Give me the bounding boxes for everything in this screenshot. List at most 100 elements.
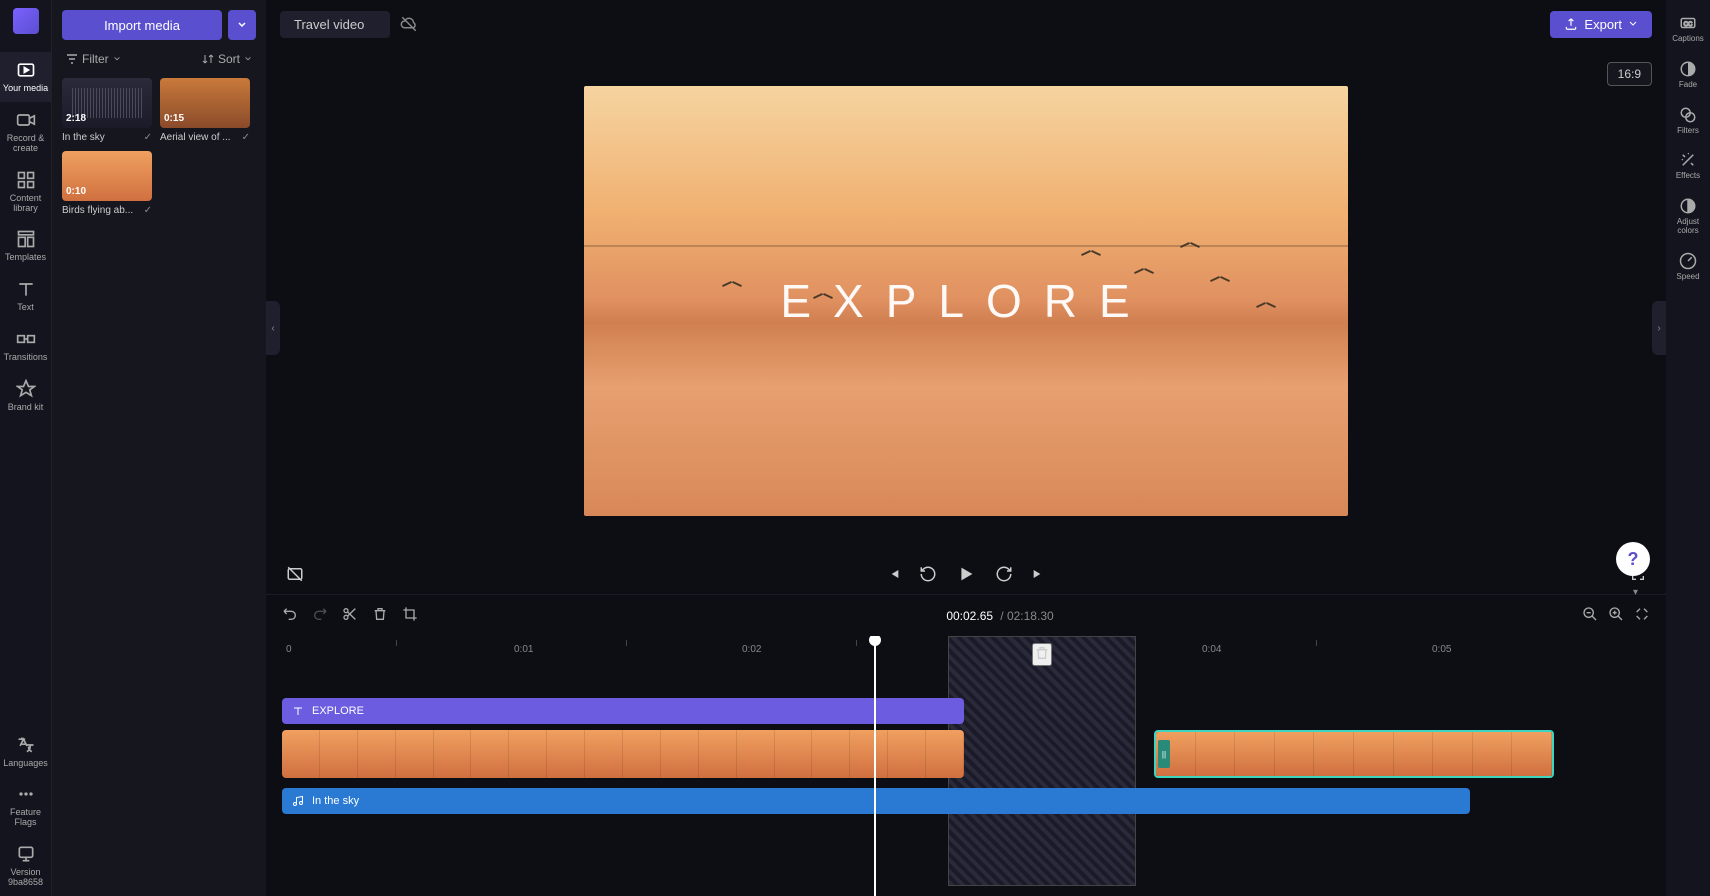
undo-button[interactable]	[282, 606, 298, 625]
preview-overlay-text: EXPLORE	[780, 274, 1151, 328]
project-title-input[interactable]	[280, 11, 390, 38]
sort-icon	[202, 53, 214, 65]
media-item[interactable]: 2:18 In the sky✓	[62, 78, 152, 143]
media-item[interactable]: 0:10 Birds flying ab... ✓	[62, 151, 152, 216]
sidebar-item-languages[interactable]: Languages	[0, 727, 51, 777]
help-button[interactable]: ?	[1616, 542, 1650, 576]
play-button[interactable]	[955, 563, 977, 585]
templates-icon	[16, 229, 36, 249]
import-media-button[interactable]: Import media	[62, 10, 222, 40]
version-icon	[16, 844, 36, 864]
total-time: 02:18.30	[1007, 609, 1054, 623]
captions-button[interactable]: CC Captions	[1666, 8, 1710, 50]
player-controls	[266, 554, 1666, 594]
delete-button[interactable]	[372, 606, 388, 625]
rewind-button[interactable]	[919, 565, 937, 583]
sr-label: Fade	[1679, 81, 1697, 90]
timeline[interactable]: 0 0:01 0:02 0:03 0:04 0:05 Delete this g…	[266, 636, 1666, 896]
sidebar-item-your-media[interactable]: Your media	[0, 52, 51, 102]
filters-icon	[1679, 106, 1697, 124]
chevron-down-icon	[1628, 19, 1638, 29]
text-icon	[292, 705, 304, 717]
zoom-fit-button[interactable]	[1634, 606, 1650, 625]
preview-frame[interactable]: EXPLORE	[584, 86, 1348, 516]
safe-zone-toggle[interactable]	[286, 565, 304, 583]
sidebar-label: Version 9ba8658	[2, 868, 49, 888]
effects-icon	[1679, 151, 1697, 169]
sidebar-item-text[interactable]: Text	[0, 271, 51, 321]
sidebar-label: Transitions	[4, 353, 48, 363]
media-item[interactable]: 0:15 Aerial view of ... ✓	[160, 78, 250, 143]
text-clip[interactable]: EXPLORE	[282, 698, 964, 724]
sidebar-item-templates[interactable]: Templates	[0, 221, 51, 271]
crop-button[interactable]	[402, 606, 418, 625]
video-track: ||	[282, 730, 1666, 782]
sidebar-left: Your media Record & create Content libra…	[0, 0, 52, 896]
filter-button[interactable]: Filter	[66, 52, 121, 66]
current-time: 00:02.65	[946, 609, 993, 623]
languages-icon	[16, 735, 36, 755]
forward-button[interactable]	[995, 565, 1013, 583]
import-dropdown[interactable]	[228, 10, 256, 40]
transitions-icon	[16, 329, 36, 349]
svg-text:CC: CC	[1684, 22, 1693, 28]
chevron-down-icon	[237, 20, 247, 30]
help-collapse-icon[interactable]: ▾	[1633, 587, 1638, 598]
media-name: Aerial view of ...	[160, 132, 231, 143]
sidebar-item-record[interactable]: Record & create	[0, 102, 51, 162]
media-panel: Import media Filter Sort 2:18 In the sky…	[52, 0, 266, 896]
filters-button[interactable]: Filters	[1666, 100, 1710, 142]
export-button[interactable]: Export	[1550, 11, 1652, 38]
check-icon: ✓	[144, 132, 152, 143]
skip-back-button[interactable]	[885, 566, 901, 582]
video-clip-1[interactable]	[282, 730, 964, 778]
sidebar-item-transitions[interactable]: Transitions	[0, 321, 51, 371]
media-icon	[16, 60, 36, 80]
ruler-tick: 0:04	[1202, 644, 1221, 655]
library-icon	[16, 170, 36, 190]
sidebar-label: Languages	[3, 759, 48, 769]
filter-icon	[66, 53, 78, 65]
sidebar-item-version[interactable]: Version 9ba8658	[0, 836, 51, 896]
main-area: Export ‹ 16:9 EXPLORE ›	[266, 0, 1666, 896]
sidebar-label: Brand kit	[8, 403, 44, 413]
record-icon	[16, 110, 36, 130]
transition-handle[interactable]: ||	[1158, 740, 1170, 768]
media-thumbnail: 0:15	[160, 78, 250, 128]
collapse-right-button[interactable]: ›	[1652, 301, 1666, 355]
delete-gap-button[interactable]	[1032, 643, 1052, 666]
fade-button[interactable]: Fade	[1666, 54, 1710, 96]
aspect-ratio-badge[interactable]: 16:9	[1607, 62, 1652, 86]
duration-label: 0:10	[66, 186, 86, 197]
sidebar-item-library[interactable]: Content library	[0, 162, 51, 222]
split-button[interactable]	[342, 606, 358, 625]
speed-button[interactable]: Speed	[1666, 246, 1710, 288]
playhead[interactable]	[874, 636, 876, 896]
zoom-in-button[interactable]	[1608, 606, 1624, 625]
redo-button[interactable]	[312, 606, 328, 625]
skip-forward-button[interactable]	[1031, 566, 1047, 582]
cloud-off-icon	[400, 15, 418, 33]
sidebar-label: Text	[17, 303, 34, 313]
audio-clip[interactable]: In the sky	[282, 788, 1470, 814]
sr-label: Adjust colors	[1668, 218, 1708, 236]
sr-label: Filters	[1677, 127, 1699, 136]
adjust-colors-button[interactable]: Adjust colors	[1666, 191, 1710, 242]
check-icon: ✓	[242, 132, 250, 143]
sort-button[interactable]: Sort	[202, 52, 252, 66]
duration-label: 0:15	[164, 113, 184, 124]
sidebar-item-flags[interactable]: Feature Flags	[0, 776, 51, 836]
sidebar-right: CC Captions Fade Filters Effects Adjust …	[1666, 0, 1710, 896]
zoom-out-button[interactable]	[1582, 606, 1598, 625]
media-name: Birds flying ab...	[62, 205, 133, 216]
chevron-down-icon	[113, 55, 121, 63]
video-clip-2[interactable]: ||	[1154, 730, 1554, 778]
media-name: In the sky	[62, 132, 105, 143]
speed-icon	[1679, 252, 1697, 270]
app-logo[interactable]	[13, 8, 39, 34]
collapse-left-button[interactable]: ‹	[266, 301, 280, 355]
effects-button[interactable]: Effects	[1666, 145, 1710, 187]
media-thumbnail: 0:10	[62, 151, 152, 201]
check-icon: ✓	[144, 205, 152, 216]
sidebar-item-brand[interactable]: Brand kit	[0, 371, 51, 421]
